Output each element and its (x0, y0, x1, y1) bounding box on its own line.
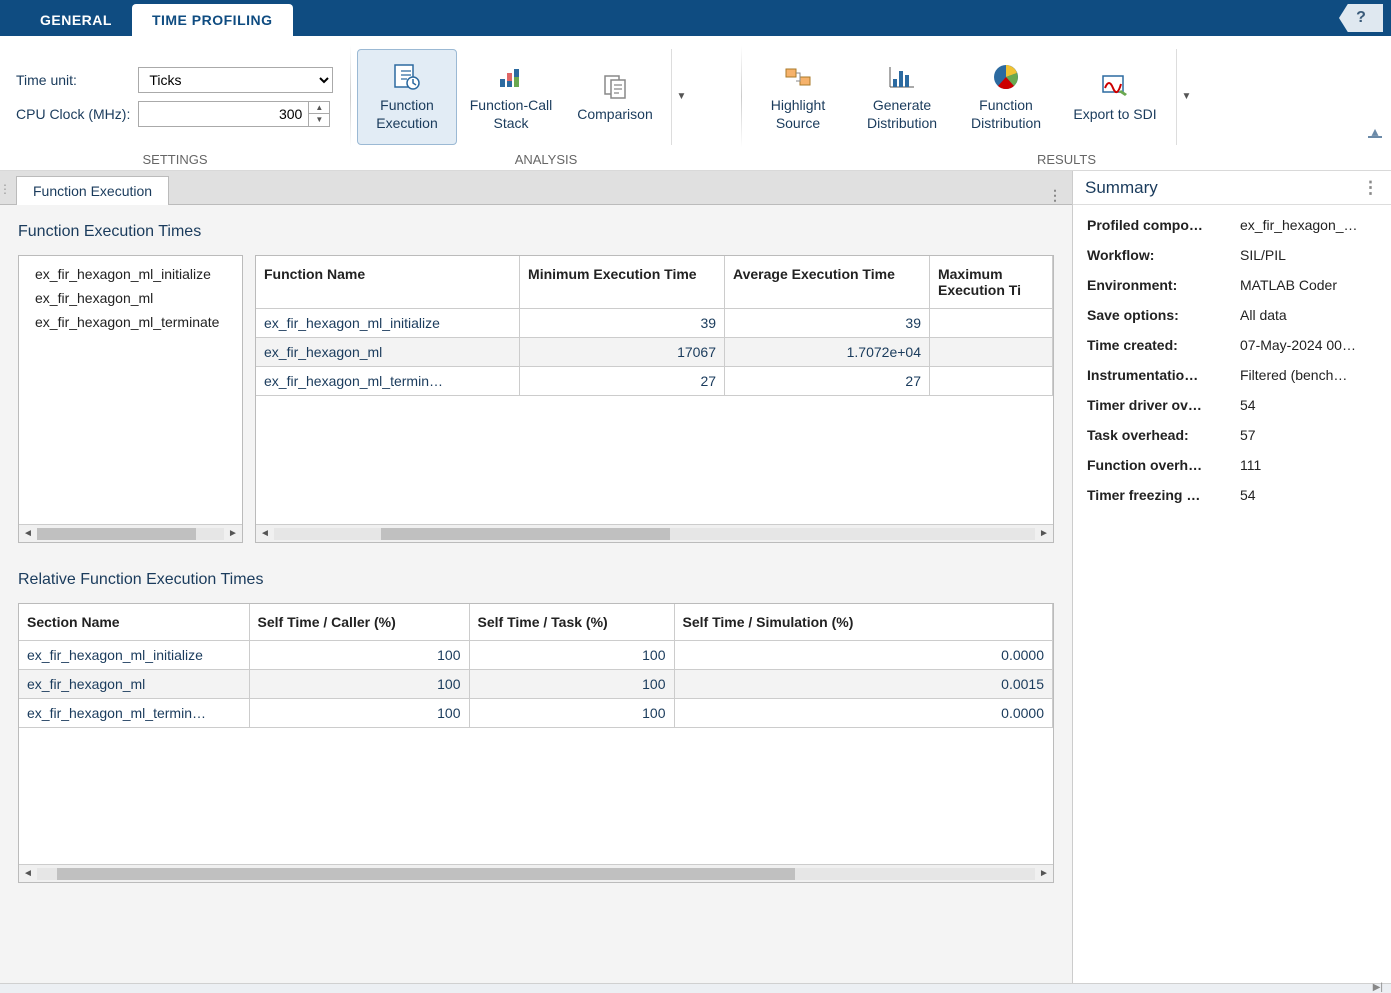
function-list: ex_fir_hexagon_ml_initialize ex_fir_hexa… (18, 255, 243, 543)
cpu-clock-label: CPU Clock (MHz): (16, 106, 130, 122)
summary-value: 57 (1240, 427, 1377, 443)
subtab-function-execution[interactable]: Function Execution (16, 176, 169, 205)
summary-value: All data (1240, 307, 1377, 323)
summary-kv: Profiled compo… ex_fir_hexagon_… Workflow… (1087, 217, 1377, 503)
summary-key: Profiled compo… (1087, 217, 1232, 233)
main-tabbar: GENERAL TIME PROFILING ? (0, 0, 1391, 36)
summary-value: SIL/PIL (1240, 247, 1377, 263)
col-function-name[interactable]: Function Name (256, 256, 520, 309)
function-distribution-label: Function Distribution (971, 97, 1041, 132)
summary-value: 54 (1240, 397, 1377, 413)
tab-time-profiling[interactable]: TIME PROFILING (132, 4, 293, 36)
summary-value: 111 (1240, 457, 1377, 473)
ribbon-group-analysis: Function Execution Function-Call Stack C… (351, 36, 741, 170)
time-unit-select[interactable]: Ticks (138, 67, 333, 93)
ribbon-label-analysis: ANALYSIS (351, 149, 741, 170)
function-execution-icon (391, 61, 423, 93)
export-to-sdi-button[interactable]: Export to SDI (1060, 49, 1170, 145)
ribbon-group-settings: Time unit: Ticks CPU Clock (MHz): ▲▼ SET… (0, 36, 350, 170)
fet-title: Function Execution Times (18, 223, 1054, 241)
comparison-button[interactable]: Comparison (565, 49, 665, 145)
summary-title: Summary (1085, 178, 1158, 198)
function-distribution-button[interactable]: Function Distribution (956, 49, 1056, 145)
content-area: ⋮⋮ Function Execution ⋮ Function Executi… (0, 171, 1391, 993)
rfet-title: Relative Function Execution Times (18, 571, 1054, 589)
next-page-icon[interactable]: ▶| (1373, 982, 1383, 993)
ribbon: Time unit: Ticks CPU Clock (MHz): ▲▼ SET… (0, 36, 1391, 171)
table-row[interactable]: ex_fir_hexagon_ml170671.7072e+04 (256, 338, 1053, 367)
col-self-task[interactable]: Self Time / Task (%) (469, 604, 674, 641)
cpu-clock-input[interactable] (138, 101, 308, 127)
col-self-caller[interactable]: Self Time / Caller (%) (249, 604, 469, 641)
summary-key: Task overhead: (1087, 427, 1232, 443)
help-button[interactable]: ? (1339, 4, 1383, 32)
main-panel: ⋮⋮ Function Execution ⋮ Function Executi… (0, 171, 1073, 993)
summary-value: ex_fir_hexagon_… (1240, 217, 1377, 233)
generate-distribution-label: Generate Distribution (867, 97, 937, 132)
highlight-icon (782, 61, 814, 93)
generate-distribution-button[interactable]: Generate Distribution (852, 49, 952, 145)
documents-icon (599, 70, 631, 102)
table-row[interactable]: ex_fir_hexagon_ml_initialize3939 (256, 309, 1053, 338)
table-row[interactable]: ex_fir_hexagon_ml_termin…1001000.0000 (19, 699, 1053, 728)
summary-value: MATLAB Coder (1240, 277, 1377, 293)
tab-general[interactable]: GENERAL (20, 4, 132, 36)
list-item[interactable]: ex_fir_hexagon_ml_initialize (19, 262, 242, 286)
status-bar: ▶| (0, 983, 1391, 993)
main-kebab-menu[interactable]: ⋮ (1048, 187, 1062, 204)
subtab-bar: ⋮⋮ Function Execution ⋮ (0, 171, 1072, 205)
summary-key: Function overh… (1087, 457, 1232, 473)
fet-hscrollbar[interactable]: ◄ ► (256, 524, 1053, 542)
col-max-time[interactable]: Maximum Execution Ti (929, 256, 1052, 309)
list-hscrollbar[interactable]: ◄ ► (19, 524, 242, 542)
rfet-hscrollbar[interactable]: ◄ ► (19, 864, 1053, 882)
table-row[interactable]: ex_fir_hexagon_ml_initialize1001000.0000 (19, 641, 1053, 670)
table-row[interactable]: ex_fir_hexagon_ml1001000.0015 (19, 670, 1053, 699)
rfet-table: Section Name Self Time / Caller (%) Self… (18, 603, 1054, 883)
table-row[interactable]: ex_fir_hexagon_ml_termin…2727 (256, 367, 1053, 396)
list-item[interactable]: ex_fir_hexagon_ml (19, 286, 242, 310)
list-item[interactable]: ex_fir_hexagon_ml_terminate (19, 310, 242, 334)
function-execution-label: Function Execution (376, 97, 437, 132)
summary-key: Timer freezing … (1087, 487, 1232, 503)
time-unit-label: Time unit: (16, 72, 130, 88)
export-to-sdi-label: Export to SDI (1073, 106, 1156, 124)
summary-panel: Summary ⋮ Profiled compo… ex_fir_hexagon_… (1073, 171, 1391, 993)
results-dropdown[interactable]: ▼ (1176, 49, 1196, 145)
col-section-name[interactable]: Section Name (19, 604, 249, 641)
export-icon (1099, 70, 1131, 102)
cpu-clock-spinner[interactable]: ▲▼ (308, 101, 330, 127)
fet-table: Function Name Minimum Execution Time Ave… (255, 255, 1054, 543)
highlight-source-button[interactable]: Highlight Source (748, 49, 848, 145)
histogram-icon (886, 61, 918, 93)
summary-key: Timer driver ov… (1087, 397, 1232, 413)
summary-key: Instrumentatio… (1087, 367, 1232, 383)
ribbon-label-results: RESULTS (742, 149, 1391, 170)
summary-value: Filtered (bench… (1240, 367, 1377, 383)
help-icon: ? (1356, 9, 1366, 27)
function-call-stack-button[interactable]: Function-Call Stack (461, 49, 561, 145)
summary-value: 54 (1240, 487, 1377, 503)
highlight-source-label: Highlight Source (771, 97, 825, 132)
summary-value: 07-May-2024 00… (1240, 337, 1377, 353)
col-avg-time[interactable]: Average Execution Time (725, 256, 930, 309)
summary-key: Time created: (1087, 337, 1232, 353)
function-execution-button[interactable]: Function Execution (357, 49, 457, 145)
grip-icon: ⋮⋮ (6, 174, 16, 204)
col-self-sim[interactable]: Self Time / Simulation (%) (674, 604, 1053, 641)
ribbon-label-settings: SETTINGS (0, 149, 350, 170)
col-min-time[interactable]: Minimum Execution Time (520, 256, 725, 309)
collapse-ribbon-button[interactable]: ▴ (1365, 122, 1385, 142)
ribbon-group-results: Highlight Source Generate Distribution F… (742, 36, 1391, 170)
bar-stack-icon (495, 61, 527, 93)
summary-kebab-menu[interactable]: ⋮ (1362, 178, 1379, 198)
analysis-dropdown[interactable]: ▼ (671, 49, 691, 145)
summary-key: Save options: (1087, 307, 1232, 323)
comparison-label: Comparison (577, 106, 652, 124)
function-call-stack-label: Function-Call Stack (470, 97, 552, 132)
pie-icon (990, 61, 1022, 93)
summary-key: Environment: (1087, 277, 1232, 293)
summary-key: Workflow: (1087, 247, 1232, 263)
